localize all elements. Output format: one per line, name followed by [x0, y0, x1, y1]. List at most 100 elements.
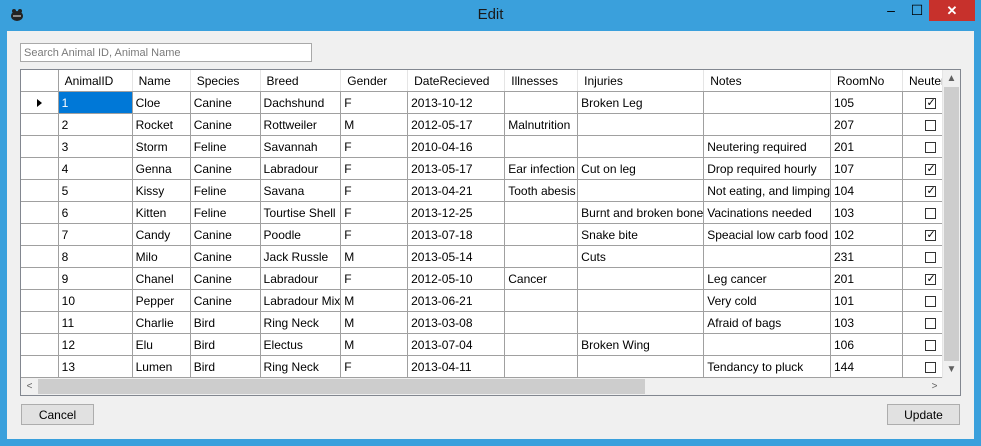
column-header-illnesses[interactable]: Illnesses: [504, 70, 579, 92]
scroll-left-arrow[interactable]: <: [21, 378, 38, 395]
search-input[interactable]: [20, 43, 312, 62]
cell-room[interactable]: 101: [830, 289, 903, 312]
table-row[interactable]: 13 Lumen Bird Ring Neck F 2013-04-11 Tendancy …: [21, 355, 960, 378]
cell-injuries[interactable]: Broken Wing: [577, 333, 705, 356]
cell-injuries[interactable]: [577, 135, 705, 158]
cell-breed[interactable]: Poodle: [260, 223, 342, 246]
cell-notes[interactable]: [703, 333, 831, 356]
cell-gender[interactable]: F: [340, 201, 409, 224]
cell-name[interactable]: Milo: [132, 245, 191, 268]
cell-species[interactable]: Canine: [190, 223, 261, 246]
cell-name[interactable]: Genna: [132, 157, 191, 180]
cell-name[interactable]: Elu: [132, 333, 191, 356]
cell-id[interactable]: 11: [58, 311, 133, 334]
cell-injuries[interactable]: Cuts: [577, 245, 705, 268]
cell-illnesses[interactable]: [504, 245, 579, 268]
cell-name[interactable]: Storm: [132, 135, 191, 158]
cell-notes[interactable]: Very cold: [703, 289, 831, 312]
cell-gender[interactable]: M: [340, 113, 409, 136]
cell-illnesses[interactable]: [504, 201, 579, 224]
cell-name[interactable]: Lumen: [132, 355, 191, 378]
cell-breed[interactable]: Ring Neck: [260, 311, 342, 334]
table-row[interactable]: 12 Elu Bird Electus M 2013-07-04 Broken Wing 1…: [21, 333, 960, 356]
table-row[interactable]: 7 Candy Canine Poodle F 2013-07-18 Snake bite S…: [21, 223, 960, 246]
cell-gender[interactable]: F: [340, 157, 409, 180]
cell-name[interactable]: Candy: [132, 223, 191, 246]
cell-injuries[interactable]: [577, 289, 705, 312]
cell-notes[interactable]: [703, 91, 831, 114]
cell-breed[interactable]: Electus: [260, 333, 342, 356]
checkbox-unchecked[interactable]: [925, 141, 937, 153]
cell-name[interactable]: Charlie: [132, 311, 191, 334]
minimize-button[interactable]: –: [878, 0, 904, 21]
cell-illnesses[interactable]: [504, 91, 579, 114]
row-header[interactable]: [21, 333, 59, 356]
cell-breed[interactable]: Ring Neck: [260, 355, 342, 378]
row-header[interactable]: [21, 91, 59, 114]
cell-illnesses[interactable]: Malnutrition: [504, 113, 579, 136]
row-header[interactable]: [21, 223, 59, 246]
update-button[interactable]: Update: [887, 404, 960, 425]
column-header-animalid[interactable]: AnimalID: [58, 70, 133, 92]
cell-species[interactable]: Feline: [190, 179, 261, 202]
table-row[interactable]: 1 Cloe Canine Dachshund F 2013-10-12 Broken Le…: [21, 91, 960, 114]
table-row[interactable]: 5 Kissy Feline Savana F 2013-04-21 Tooth abesi…: [21, 179, 960, 202]
cell-id[interactable]: 9: [58, 267, 133, 290]
cell-species[interactable]: Bird: [190, 311, 261, 334]
cell-room[interactable]: 201: [830, 135, 903, 158]
checkbox-unchecked[interactable]: [925, 361, 937, 373]
table-row[interactable]: 4 Genna Canine Labradour F 2013-05-17 Ear infe…: [21, 157, 960, 180]
checkbox-checked[interactable]: ✓: [925, 163, 937, 175]
cell-name[interactable]: Chanel: [132, 267, 191, 290]
cell-notes[interactable]: Not eating, and limping: [703, 179, 831, 202]
cell-notes[interactable]: Drop required hourly: [703, 157, 831, 180]
cell-breed[interactable]: Dachshund: [260, 91, 342, 114]
cell-id[interactable]: 13: [58, 355, 133, 378]
row-header[interactable]: [21, 201, 59, 224]
cell-name[interactable]: Cloe: [132, 91, 191, 114]
vertical-scroll-thumb[interactable]: [944, 87, 959, 361]
close-button[interactable]: ✕: [929, 0, 975, 21]
cell-gender[interactable]: F: [340, 135, 409, 158]
table-row[interactable]: 9 Chanel Canine Labradour F 2012-05-10 Cancer L…: [21, 267, 960, 290]
cell-gender[interactable]: M: [340, 333, 409, 356]
cell-date[interactable]: 2013-12-25: [407, 201, 506, 224]
cell-illnesses[interactable]: [504, 223, 579, 246]
table-row[interactable]: 3 Storm Feline Savannah F 2010-04-16 Neutering…: [21, 135, 960, 158]
column-header-notes[interactable]: Notes: [703, 70, 831, 92]
cell-date[interactable]: 2013-10-12: [407, 91, 506, 114]
checkbox-checked[interactable]: ✓: [925, 97, 937, 109]
cell-date[interactable]: 2013-07-18: [407, 223, 506, 246]
cell-breed[interactable]: Labradour Mix: [260, 289, 342, 312]
cell-injuries[interactable]: Snake bite: [577, 223, 705, 246]
table-row[interactable]: 10 Pepper Canine Labradour Mix M 2013-06-21 Ve…: [21, 289, 960, 312]
cell-id[interactable]: 5: [58, 179, 133, 202]
checkbox-unchecked[interactable]: [925, 119, 937, 131]
cell-species[interactable]: Canine: [190, 113, 261, 136]
row-header-corner[interactable]: [21, 70, 59, 92]
cell-date[interactable]: 2013-04-11: [407, 355, 506, 378]
cell-gender[interactable]: F: [340, 91, 409, 114]
cell-illnesses[interactable]: Ear infection: [504, 157, 579, 180]
cell-room[interactable]: 107: [830, 157, 903, 180]
cell-gender[interactable]: F: [340, 355, 409, 378]
animals-grid[interactable]: AnimalID Name Species Breed Gender DateReciev…: [20, 69, 961, 396]
cell-species[interactable]: Canine: [190, 157, 261, 180]
cell-date[interactable]: 2010-04-16: [407, 135, 506, 158]
checkbox-unchecked[interactable]: [925, 251, 937, 263]
cell-id[interactable]: 7: [58, 223, 133, 246]
cell-injuries[interactable]: Burnt and broken bone: [577, 201, 705, 224]
cell-gender[interactable]: F: [340, 223, 409, 246]
cell-room[interactable]: 106: [830, 333, 903, 356]
cell-injuries[interactable]: [577, 311, 705, 334]
row-header[interactable]: [21, 311, 59, 334]
scroll-down-arrow[interactable]: ▼: [943, 361, 960, 378]
cell-name[interactable]: Kissy: [132, 179, 191, 202]
cell-notes[interactable]: [703, 113, 831, 136]
cell-species[interactable]: Canine: [190, 267, 261, 290]
cell-date[interactable]: 2013-05-14: [407, 245, 506, 268]
cell-room[interactable]: 103: [830, 311, 903, 334]
cell-notes[interactable]: Vacinations needed: [703, 201, 831, 224]
cell-id[interactable]: 4: [58, 157, 133, 180]
cell-id[interactable]: 1: [58, 91, 133, 114]
